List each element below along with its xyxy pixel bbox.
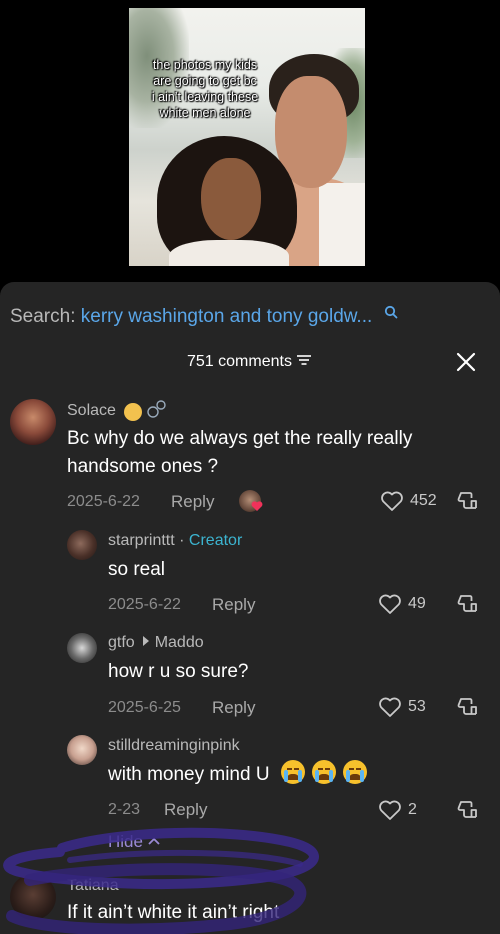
crying-face-icon bbox=[343, 760, 368, 784]
search-icon[interactable] bbox=[384, 303, 398, 325]
crying-face-icon bbox=[312, 760, 337, 784]
heart-icon bbox=[381, 491, 403, 511]
comment-username[interactable]: stilldreaminginpink bbox=[108, 737, 240, 755]
avatar[interactable] bbox=[67, 633, 97, 663]
heart-icon bbox=[379, 800, 401, 820]
username-text: gtfo bbox=[108, 634, 135, 651]
close-icon bbox=[456, 352, 476, 372]
comment-text-body: with money mind U bbox=[108, 764, 270, 785]
like-button[interactable]: 53 bbox=[378, 696, 426, 718]
video-thumbnail[interactable] bbox=[129, 8, 365, 266]
heart-icon bbox=[379, 594, 401, 614]
comment-date: 2025-6-25 bbox=[108, 699, 181, 716]
comment-count-header[interactable]: 751 comments bbox=[187, 353, 312, 371]
reply-arrow-icon bbox=[142, 636, 149, 646]
avatar[interactable] bbox=[67, 735, 97, 765]
dislike-button[interactable] bbox=[457, 593, 479, 615]
reply-button[interactable]: Reply bbox=[212, 698, 255, 718]
video-caption: the photos my kids are going to get bc i… bbox=[151, 58, 259, 120]
creator-liked-icon bbox=[239, 490, 265, 514]
comment-text: how r u so sure? bbox=[108, 661, 249, 682]
comment-date: 2025-6-22 bbox=[108, 596, 181, 613]
like-count: 2 bbox=[408, 801, 417, 818]
dislike-button[interactable] bbox=[457, 490, 479, 512]
thumbs-down-icon bbox=[457, 801, 477, 818]
thumbs-down-icon bbox=[457, 698, 477, 715]
dislike-button[interactable] bbox=[457, 799, 479, 821]
bubbles-icon bbox=[145, 399, 167, 424]
like-count: 452 bbox=[410, 492, 437, 509]
man-shirt bbox=[319, 183, 365, 266]
search-label: Search: bbox=[10, 306, 76, 327]
video-area[interactable]: the photos my kids are going to get bc i… bbox=[0, 0, 500, 282]
dislike-button[interactable] bbox=[457, 696, 479, 718]
comment-count: 751 comments bbox=[187, 353, 292, 370]
like-count: 53 bbox=[408, 698, 426, 715]
tag-separator: · bbox=[179, 532, 185, 549]
creator-tag: Creator bbox=[188, 532, 243, 549]
comment-date: 2025-6-22 bbox=[67, 493, 140, 510]
comment-date: 2-23 bbox=[108, 801, 141, 818]
comment-text: Bc why do we always get the really reall… bbox=[67, 428, 413, 477]
reply-button[interactable]: Reply bbox=[212, 595, 255, 615]
comment-text: with money mind U bbox=[108, 760, 368, 789]
reply-to-username[interactable]: Maddo bbox=[155, 634, 204, 651]
avatar[interactable] bbox=[67, 530, 97, 560]
comment-username[interactable]: gtfo Maddo bbox=[108, 634, 204, 652]
comment-username[interactable]: starprinttt · Creator bbox=[108, 532, 242, 550]
comment-text: If it ain’t white it ain’t right bbox=[67, 902, 280, 923]
woman-face bbox=[201, 158, 261, 240]
sort-icon[interactable] bbox=[296, 353, 312, 371]
like-count: 49 bbox=[408, 595, 426, 612]
thumbs-down-icon bbox=[457, 595, 477, 612]
person-emoji-icon bbox=[124, 402, 142, 421]
comment-username[interactable]: Tatiana bbox=[67, 877, 119, 895]
username-text: starprinttt bbox=[108, 532, 175, 549]
reply-button[interactable]: Reply bbox=[171, 492, 214, 512]
user-badges bbox=[124, 399, 167, 424]
comment-username[interactable]: Solace bbox=[67, 402, 116, 420]
reply-button[interactable]: Reply bbox=[164, 800, 207, 820]
comment-text: so real bbox=[108, 559, 166, 580]
woman-figure bbox=[169, 240, 289, 266]
search-suggestion[interactable]: Search: kerry washington and tony goldw.… bbox=[10, 303, 398, 328]
hide-label: Hide bbox=[108, 832, 143, 851]
search-query-link[interactable]: kerry washington and tony goldw... bbox=[81, 306, 373, 327]
thumbs-down-icon bbox=[457, 492, 477, 509]
close-button[interactable] bbox=[455, 351, 477, 373]
like-button[interactable]: 49 bbox=[378, 593, 426, 615]
like-button[interactable]: 2 bbox=[378, 799, 417, 821]
heart-icon bbox=[379, 697, 401, 717]
crying-face-icon bbox=[280, 760, 305, 784]
avatar[interactable] bbox=[10, 874, 56, 920]
chevron-up-icon bbox=[148, 837, 160, 845]
like-button[interactable]: 452 bbox=[380, 490, 437, 512]
hide-replies-button[interactable]: Hide bbox=[108, 832, 160, 852]
avatar[interactable] bbox=[10, 399, 56, 445]
